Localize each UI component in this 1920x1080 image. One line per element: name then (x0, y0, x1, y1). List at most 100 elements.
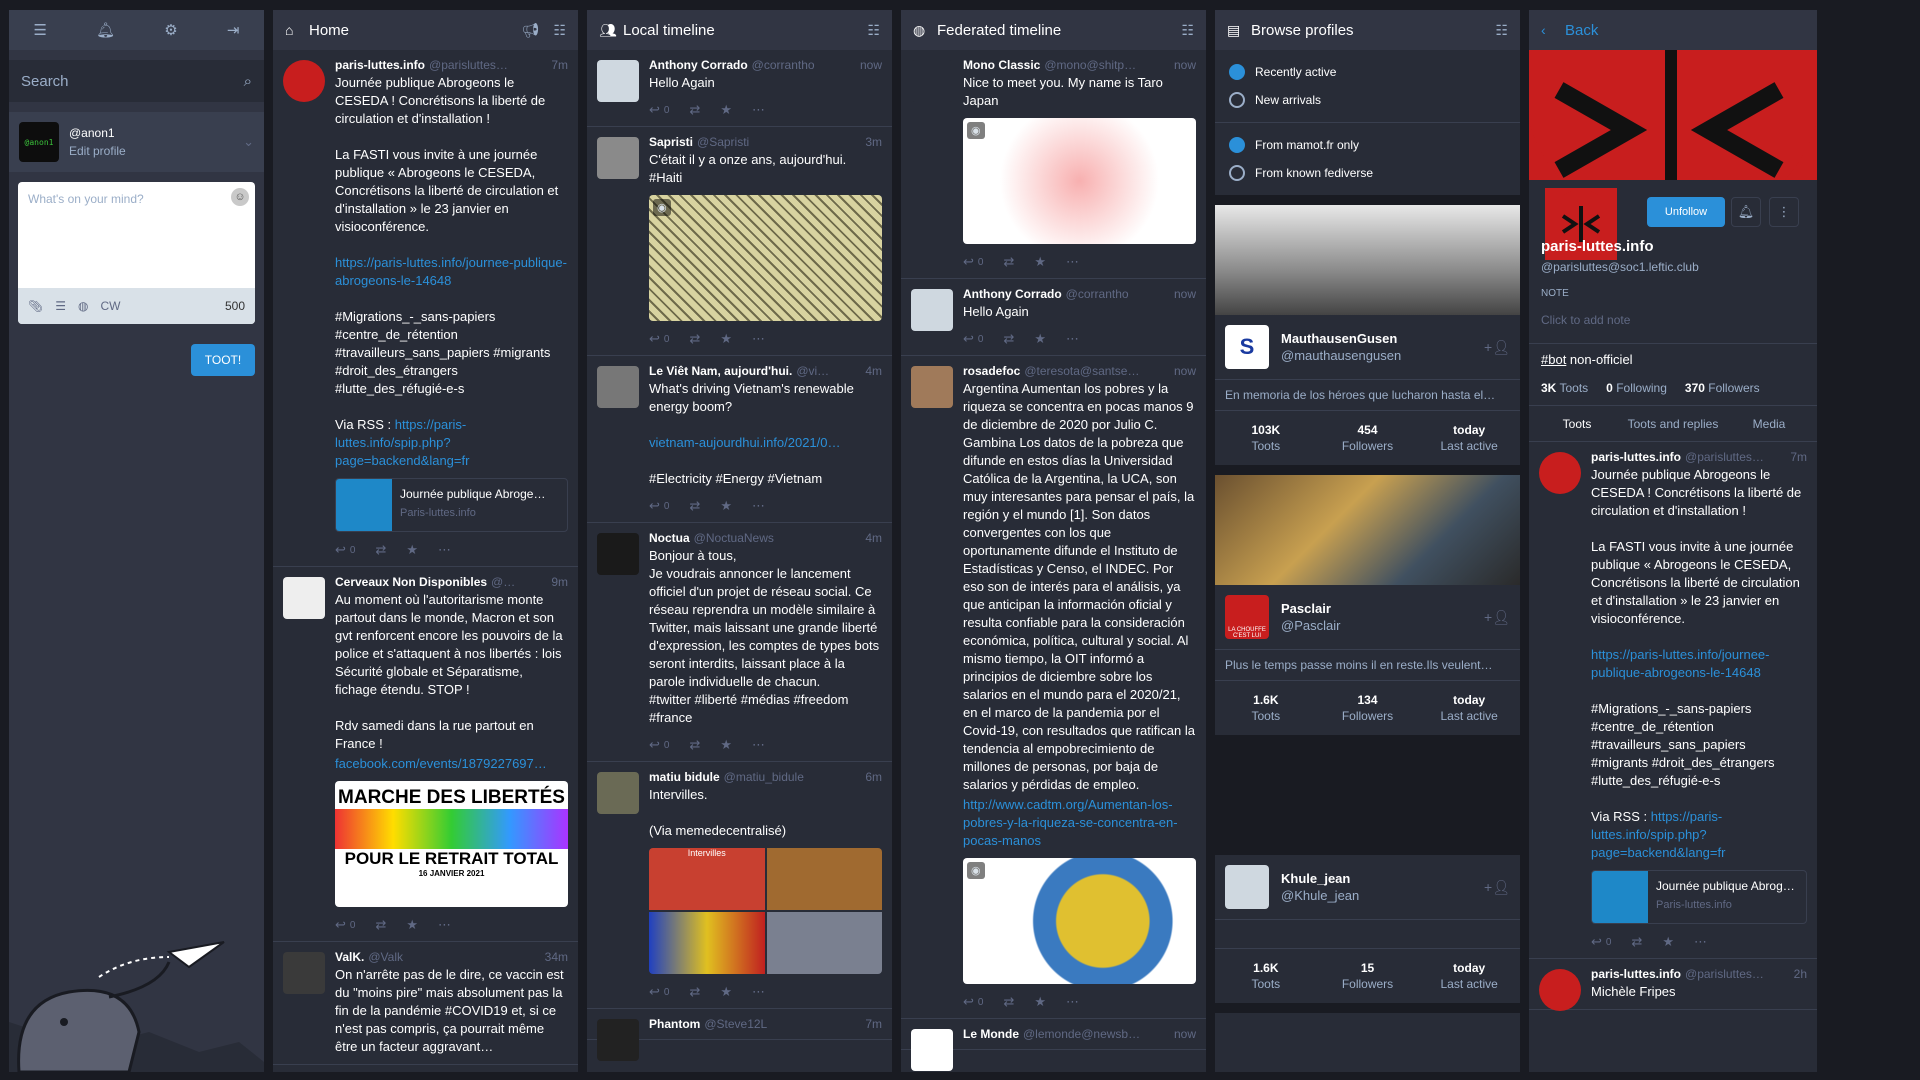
boost-icon[interactable]: ⇄ (689, 737, 700, 753)
avatar[interactable] (1225, 865, 1269, 909)
reply-icon[interactable]: ↩ (649, 102, 660, 118)
avatar[interactable] (1539, 969, 1581, 1011)
hashtag-link[interactable]: #bot (1541, 352, 1566, 367)
tab-media[interactable]: Media (1721, 417, 1817, 431)
profile-card[interactable]: LA CHOUFFE C'EST LUI Pasclair @Pasclair +… (1215, 475, 1520, 745)
bell-icon[interactable]: 🔔︎ (1731, 197, 1761, 227)
more-icon[interactable]: ⋯ (1694, 934, 1707, 950)
status-media[interactable]: ◉ (649, 195, 882, 321)
status[interactable]: Le Monde @lemonde@newsb… now (901, 1019, 1206, 1071)
status-link[interactable]: facebook.com/events/1879227697… (335, 755, 568, 773)
settings-sliders-icon[interactable]: ☷ (867, 22, 880, 39)
reply-icon[interactable]: ↩ (963, 994, 974, 1010)
cw-toggle[interactable]: CW (100, 299, 120, 313)
profile-card[interactable]: S MauthausenGusen @mauthausengusen +👤︎ En… (1215, 205, 1520, 475)
menu-icon[interactable]: ☰ (34, 21, 47, 39)
more-icon[interactable]: ⋯ (1066, 994, 1079, 1010)
avatar[interactable] (597, 60, 639, 102)
status-media[interactable]: ◉ (963, 118, 1196, 244)
more-icon[interactable]: ⋯ (1066, 254, 1079, 270)
avatar[interactable] (283, 60, 325, 102)
settings-sliders-icon[interactable]: ☷ (1495, 22, 1508, 39)
boost-icon[interactable]: ⇄ (689, 984, 700, 1000)
radio-known-fediverse[interactable]: From known fediverse (1215, 159, 1520, 187)
status-hashtags[interactable]: #Migrations_-_sans-papiers #centre_de_ré… (1591, 700, 1807, 790)
reply-icon[interactable]: ↩ (963, 331, 974, 347)
status[interactable]: matiu bidule @matiu_bidule 6m Intervilles.… (587, 762, 892, 1009)
boost-icon[interactable]: ⇄ (1631, 934, 1642, 950)
avatar[interactable] (597, 533, 639, 575)
toots-counter[interactable]: 3K Toots (1541, 381, 1588, 395)
boost-icon[interactable]: ⇄ (689, 498, 700, 514)
column-header[interactable]: ▤ Browse profiles ☷ (1215, 10, 1520, 50)
add-user-icon[interactable]: +👤︎ (1484, 879, 1510, 896)
status[interactable]: rosadefoc @teresota@santse… now Argentina … (901, 356, 1206, 1019)
star-icon[interactable]: ★ (1034, 331, 1046, 347)
attach-icon[interactable]: 📎︎ (28, 299, 43, 313)
following-counter[interactable]: 0 Following (1606, 381, 1667, 395)
star-icon[interactable]: ★ (720, 331, 732, 347)
toot-button[interactable]: TOOT! (191, 344, 255, 376)
note-input[interactable]: Click to add note (1541, 313, 1805, 327)
settings-sliders-icon[interactable]: ☷ (1181, 22, 1194, 39)
reply-icon[interactable]: ↩ (963, 254, 974, 270)
more-icon[interactable]: ⋯ (438, 542, 451, 558)
chevron-down-icon[interactable]: ⌄ (243, 134, 254, 150)
status[interactable]: paris-luttes.info @parisluttes… 7m Journée… (273, 50, 578, 567)
reply-icon[interactable]: ↩ (1591, 934, 1602, 950)
avatar[interactable]: @anon1 (19, 122, 59, 162)
status-link[interactable]: https://paris-luttes.info/journee-publiq… (1591, 646, 1807, 682)
more-icon[interactable]: ⋯ (752, 498, 765, 514)
status[interactable]: Phantom @Steve12L 7m (587, 1009, 892, 1061)
star-icon[interactable]: ★ (1034, 994, 1046, 1010)
avatar[interactable] (597, 137, 639, 179)
compose-box[interactable]: What's on your mind? ☺ 📎︎ ☰ ◍ CW 500 (18, 182, 255, 324)
radio-recently-active[interactable]: Recently active (1215, 58, 1520, 86)
star-icon[interactable]: ★ (720, 102, 732, 118)
status-media[interactable]: MARCHE DES LIBERTÉS POUR LE RETRAIT TOTA… (335, 781, 568, 907)
reply-icon[interactable]: ↩ (649, 498, 660, 514)
status-hashtags[interactable]: #Electricity #Energy #Vietnam (649, 470, 882, 488)
emoji-icon[interactable]: ☺ (231, 188, 249, 206)
globe-icon[interactable]: ◍ (78, 299, 88, 313)
more-icon[interactable]: ⋯ (1066, 331, 1079, 347)
star-icon[interactable]: ★ (720, 498, 732, 514)
status[interactable]: Le Viêt Nam, aujourd'hui. @vi… 4m What's d… (587, 356, 892, 523)
status[interactable]: paris-luttes.info @parisluttes… 2h Michèle… (1529, 959, 1817, 1011)
logout-icon[interactable]: ⇥ (227, 21, 240, 39)
reply-icon[interactable]: ↩ (335, 917, 346, 933)
edit-profile-link[interactable]: Edit profile (69, 144, 243, 158)
status[interactable]: Anthony Corrado @corrantho now Hello Again… (587, 50, 892, 127)
avatar[interactable] (911, 1029, 953, 1071)
more-icon[interactable]: ⋯ (752, 984, 765, 1000)
avatar[interactable] (1539, 452, 1581, 494)
status[interactable]: Sapristi @Sapristi 3m C'était il y a onze … (587, 127, 892, 356)
boost-icon[interactable]: ⇄ (689, 102, 700, 118)
radio-new-arrivals[interactable]: New arrivals (1215, 86, 1520, 114)
status[interactable]: ValK. @Valk 34m On n'arrête pas de le dire… (273, 942, 578, 1065)
boost-icon[interactable]: ⇄ (1003, 994, 1014, 1010)
status-hashtags[interactable]: #Migrations_-_sans-papiers #centre_de_ré… (335, 308, 568, 398)
status-link[interactable]: https://paris-luttes.info/journee-publiq… (335, 254, 568, 290)
bell-icon[interactable]: 🔔︎ (96, 21, 115, 39)
avatar[interactable] (597, 772, 639, 814)
tab-toots[interactable]: Toots (1529, 417, 1625, 431)
column-header[interactable]: ◍ Federated timeline ☷ (901, 10, 1206, 50)
star-icon[interactable]: ★ (406, 917, 418, 933)
search-input[interactable]: Search ⌕ (9, 60, 264, 102)
add-user-icon[interactable]: +👤︎ (1484, 609, 1510, 626)
status[interactable]: Noctua @NoctuaNews 4m Bonjour à tous, Je v… (587, 523, 892, 762)
link-card[interactable]: Journée publique Abrog… Paris-luttes.info (1591, 870, 1807, 924)
reply-icon[interactable]: ↩ (335, 542, 346, 558)
status-link[interactable]: http://www.cadtm.org/Aumentan-los-pobres… (963, 796, 1196, 850)
avatar[interactable] (911, 289, 953, 331)
boost-icon[interactable]: ⇄ (689, 331, 700, 347)
avatar[interactable]: S (1225, 325, 1269, 369)
add-user-icon[interactable]: +👤︎ (1484, 339, 1510, 356)
gear-icon[interactable]: ⚙ (164, 21, 177, 39)
star-icon[interactable]: ★ (1034, 254, 1046, 270)
avatar[interactable]: LA CHOUFFE C'EST LUI (1225, 595, 1269, 639)
eye-slash-icon[interactable]: ◉ (967, 862, 985, 879)
status-link[interactable]: vietnam-aujourdhui.info/2021/0… (649, 434, 882, 452)
status[interactable]: Cerveaux Non Disponibles @… 9m Au moment o… (273, 567, 578, 942)
